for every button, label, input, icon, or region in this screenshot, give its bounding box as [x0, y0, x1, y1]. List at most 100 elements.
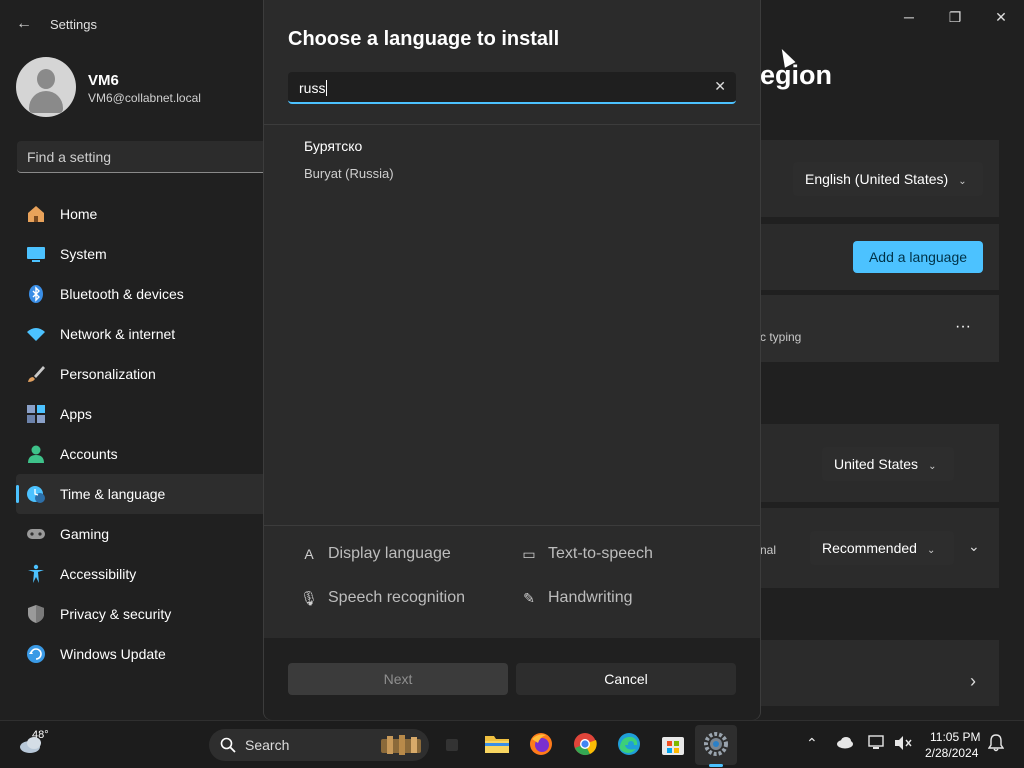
close-button[interactable]: ✕: [978, 6, 1024, 28]
windows-display-language-dropdown[interactable]: English (United States) ⌄: [793, 162, 983, 196]
add-language-button[interactable]: Add a language: [853, 241, 983, 273]
task-view-icon[interactable]: [446, 739, 458, 751]
wifi-icon: [26, 324, 46, 344]
volume-muted-icon[interactable]: [894, 735, 912, 754]
sidebar-item-accounts[interactable]: Accounts: [16, 434, 263, 474]
back-button[interactable]: ←: [12, 12, 36, 36]
taskbar-search-label: Search: [245, 737, 290, 753]
sidebar-item-personalization[interactable]: Personalization: [16, 354, 263, 394]
weather-temp: 48°: [32, 729, 49, 741]
divider: [264, 525, 760, 526]
handwriting-icon: ✎: [523, 589, 535, 606]
feature-display-language: A Display language: [300, 545, 450, 563]
file-explorer-icon[interactable]: [484, 731, 510, 757]
chevron-down-icon: ⌄: [926, 545, 936, 556]
feature-handwriting: ✎ Handwriting: [520, 589, 632, 607]
expand-chevron-icon[interactable]: ⌄: [968, 538, 980, 555]
sidebar-item-gaming[interactable]: Gaming: [16, 514, 263, 554]
page-title: egion: [760, 60, 832, 90]
edge-icon[interactable]: [616, 731, 642, 757]
minimize-button[interactable]: ─: [886, 6, 932, 28]
onedrive-icon[interactable]: [836, 735, 854, 752]
chrome-icon[interactable]: [572, 731, 598, 757]
chevron-right-icon: ›: [970, 671, 976, 691]
language-entry-detail: c typing: [760, 330, 802, 344]
sidebar-item-label: Network & internet: [60, 326, 176, 342]
taskbar-search[interactable]: Search: [209, 729, 429, 761]
dialog-title: Choose a language to install: [288, 28, 560, 50]
sidebar-item-bluetooth[interactable]: Bluetooth & devices: [16, 274, 263, 314]
sidebar-item-accessibility[interactable]: Accessibility: [16, 554, 263, 594]
sidebar-item-label: Home: [60, 206, 98, 222]
choose-language-dialog: Choose a language to install russ ✕ Буря…: [263, 0, 761, 720]
sidebar-item-time-language[interactable]: Time & language: [16, 474, 263, 514]
microphone-icon: 🎙: [300, 589, 318, 606]
result-native-name[interactable]: Бурятско: [304, 138, 362, 154]
cancel-button[interactable]: Cancel: [516, 663, 736, 695]
regional-format-dropdown[interactable]: Recommended ⌄: [810, 531, 954, 565]
system-icon: [26, 244, 46, 264]
shield-icon: [26, 604, 46, 624]
accessibility-icon: [26, 564, 46, 584]
sidebar-item-label: Gaming: [60, 526, 110, 542]
result-language-name[interactable]: Buryat (Russia): [304, 166, 394, 181]
sidebar-item-network[interactable]: Network & internet: [16, 314, 263, 354]
sidebar-item-label: Time & language: [60, 486, 166, 502]
sidebar-item-label: Accounts: [60, 446, 118, 462]
brush-icon: [26, 364, 46, 384]
taskbar: 48° Search ⌃ 11:05 PM 2/28/2024: [0, 720, 1024, 768]
dropdown-value: United States: [834, 456, 919, 472]
clock-time[interactable]: 11:05 PM: [930, 730, 980, 744]
maximize-button[interactable]: ❐: [932, 6, 978, 28]
chevron-down-icon: ⌄: [958, 176, 967, 187]
microsoft-store-icon[interactable]: [660, 731, 686, 757]
user-name: VM6: [88, 72, 119, 89]
active-app-indicator: [709, 764, 723, 767]
home-icon: [26, 204, 46, 224]
text-to-speech-icon: ▭: [522, 545, 536, 562]
related-setting-card[interactable]: [760, 640, 999, 706]
sidebar-item-home[interactable]: Home: [16, 194, 263, 234]
search-highlight-icon: [381, 735, 421, 755]
clock-date[interactable]: 2/28/2024: [925, 746, 978, 760]
app-title: Settings: [50, 17, 97, 32]
clear-icon[interactable]: ✕: [714, 78, 726, 95]
bluetooth-icon: [26, 284, 46, 304]
next-button[interactable]: Next: [288, 663, 508, 695]
sidebar-item-label: System: [60, 246, 107, 262]
dropdown-value: English (United States): [805, 171, 949, 187]
dialog-footer: Next Cancel: [264, 638, 760, 720]
gaming-icon: [26, 524, 46, 544]
sidebar-item-label: Windows Update: [60, 646, 166, 662]
sidebar-nav: Home System Bluetooth & devices Network …: [16, 194, 263, 674]
weather-widget[interactable]: 48°: [18, 729, 49, 757]
avatar[interactable]: [16, 57, 76, 117]
search-value: russ: [299, 80, 328, 96]
chevron-up-icon[interactable]: ⌃: [806, 735, 818, 752]
sidebar-item-system[interactable]: System: [16, 234, 263, 274]
sidebar-item-label: Privacy & security: [60, 606, 172, 622]
divider: [264, 124, 760, 125]
network-icon[interactable]: [868, 735, 886, 754]
display-language-icon: A: [304, 546, 314, 562]
firefox-icon[interactable]: [528, 731, 554, 757]
sidebar-item-apps[interactable]: Apps: [16, 394, 263, 434]
sidebar-item-label: Apps: [60, 406, 92, 422]
dropdown-value: Recommended: [822, 540, 917, 556]
regional-format-detail: nal: [760, 543, 777, 557]
search-input[interactable]: Find a setting: [17, 141, 263, 173]
settings-gear-icon: [703, 731, 729, 757]
more-options-icon[interactable]: ···: [955, 318, 971, 336]
sidebar-item-windows-update[interactable]: Windows Update: [16, 634, 263, 674]
sidebar-item-label: Personalization: [60, 366, 156, 382]
country-region-dropdown[interactable]: United States ⌄: [822, 447, 954, 481]
feature-speech-recognition: 🎙 Speech recognition: [300, 589, 465, 606]
sidebar-item-privacy[interactable]: Privacy & security: [16, 594, 263, 634]
sidebar-item-label: Bluetooth & devices: [60, 286, 184, 302]
user-email: VM6@collabnet.local: [88, 91, 201, 105]
language-search-input[interactable]: russ ✕: [288, 72, 736, 104]
chevron-down-icon: ⌄: [928, 461, 937, 472]
sidebar-item-label: Accessibility: [60, 566, 137, 582]
notification-bell-icon[interactable]: [987, 734, 1005, 755]
apps-icon: [26, 404, 46, 424]
